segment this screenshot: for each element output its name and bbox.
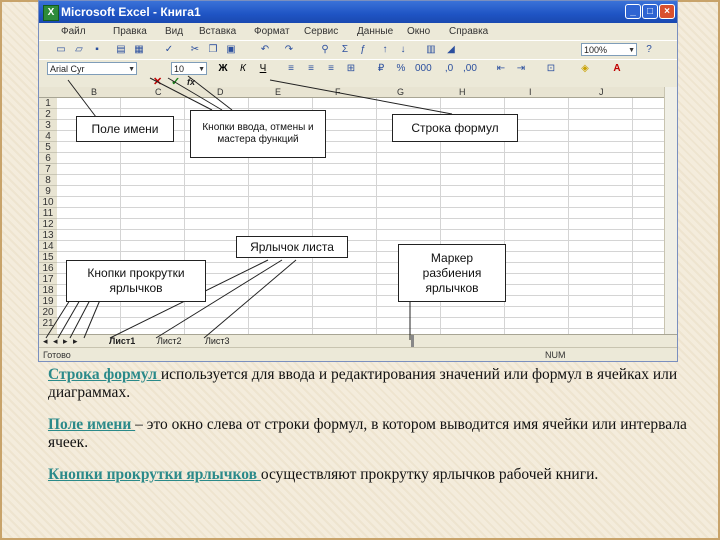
description-scroll-buttons: Кнопки прокрутки ярлычков осуществляют п… — [48, 466, 688, 484]
term-name-box: Поле имени — [48, 416, 136, 433]
description-text: осуществляют прокрутку ярлычков рабочей … — [260, 466, 599, 483]
callout-sheet-tab: Ярлычок листа — [236, 236, 348, 258]
callout-split-marker: Маркер разбиения ярлычков — [398, 244, 506, 302]
callout-scroll-buttons: Кнопки прокрутки ярлычков — [66, 260, 206, 302]
description-text: – это окно слева от строки формул, в кот… — [48, 416, 687, 451]
description-name-box: Поле имени – это окно слева от строки фо… — [48, 416, 688, 452]
callout-buttons: Кнопки ввода, отмены и мастера функций — [190, 110, 326, 158]
callout-name-box: Поле имени — [76, 116, 174, 142]
term-formula-bar: Строка формул — [48, 366, 161, 383]
description-formula-bar: Строка формул используется для ввода и р… — [48, 366, 688, 402]
term-scroll-buttons: Кнопки прокрутки ярлычков — [48, 466, 261, 483]
callout-formula-bar: Строка формул — [392, 114, 518, 142]
